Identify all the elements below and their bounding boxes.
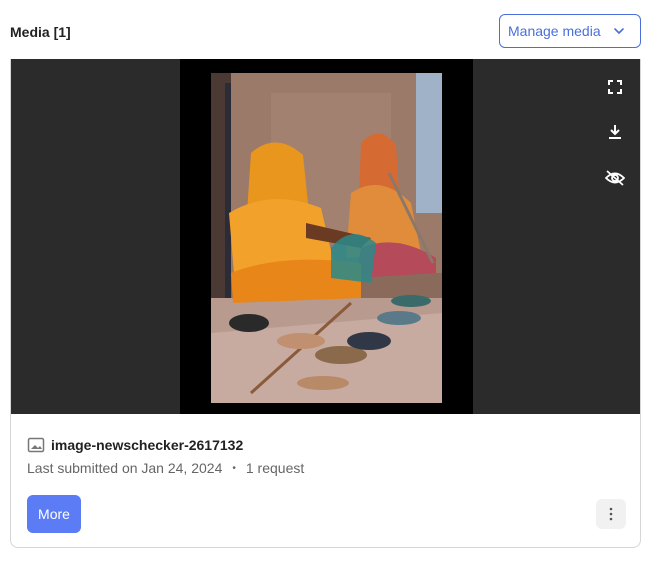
media-info: image-newschecker-2617132 Last submitted… <box>27 435 624 476</box>
media-card: image-newschecker-2617132 Last submitted… <box>10 59 641 548</box>
item-menu-button[interactable] <box>596 499 626 529</box>
image-icon <box>27 437 45 453</box>
download-icon <box>609 125 621 139</box>
request-count: 1 request <box>245 460 305 476</box>
media-viewer <box>11 59 640 414</box>
media-name: image-newschecker-2617132 <box>51 437 244 453</box>
download-button[interactable] <box>603 120 627 144</box>
more-vertical-icon <box>609 507 613 521</box>
media-name-row: image-newschecker-2617132 <box>27 435 624 455</box>
media-header: Media [1] Manage media <box>10 14 641 50</box>
media-image[interactable] <box>211 73 442 403</box>
separator-dot: • <box>232 462 236 474</box>
hide-icon <box>605 170 625 186</box>
more-button-label: More <box>38 506 70 522</box>
section-title: Media [1] <box>10 24 71 40</box>
manage-media-button[interactable]: Manage media <box>499 14 641 48</box>
fullscreen-button[interactable] <box>603 75 627 99</box>
hide-media-button[interactable] <box>603 166 627 190</box>
manage-media-label: Manage media <box>508 23 601 39</box>
media-meta: Last submitted on Jan 24, 2024 • 1 reque… <box>27 460 624 476</box>
more-button[interactable]: More <box>27 495 81 533</box>
chevron-down-icon <box>613 28 624 34</box>
fullscreen-icon <box>608 80 622 94</box>
last-submitted-text: Last submitted on Jan 24, 2024 <box>27 460 223 476</box>
